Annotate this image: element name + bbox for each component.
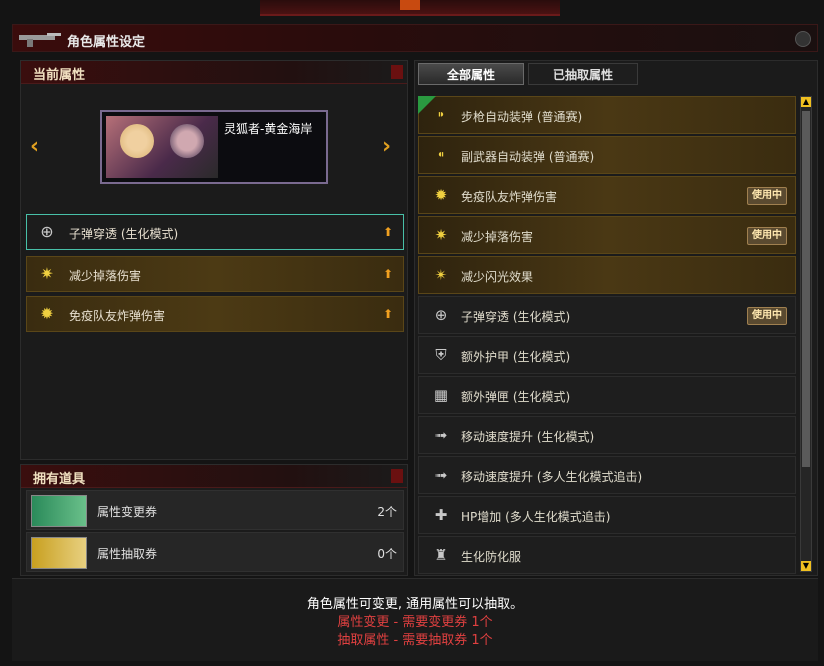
footer-line-1: 角色属性可变更, 通用属性可以抽取。 — [306, 597, 524, 612]
attribute-row[interactable]: ✚ HP增加 (多人生化模式追击) — [418, 496, 796, 534]
attribute-label: 移动速度提升 (生化模式) — [461, 430, 595, 444]
next-character-arrow-icon[interactable]: › — [382, 134, 391, 159]
speed-icon: ➟ — [434, 426, 448, 444]
attribute-row[interactable]: ♜ 生化防化服 — [418, 536, 796, 574]
tab-extracted-attributes[interactable]: 已抽取属性 — [528, 63, 638, 85]
current-attribute-label: 免疫队友炸弹伤害 — [69, 309, 166, 323]
header-decoration — [391, 469, 403, 483]
character-face-right — [170, 124, 204, 158]
header-decoration — [391, 65, 403, 79]
attribute-label: 减少闪光效果 — [461, 270, 534, 284]
change-ticket-icon — [31, 495, 87, 527]
attribute-row[interactable]: ✹ 免疫队友炸弹伤害 使用中 — [418, 176, 796, 214]
attribute-label: 生化防化服 — [461, 550, 522, 564]
attribute-label: 额外弹匣 (生化模式) — [461, 390, 571, 404]
hp-icon: ✚ — [434, 506, 448, 524]
attribute-label: 额外护甲 (生化模式) — [461, 350, 571, 364]
explosion-icon: ✹ — [40, 304, 54, 323]
in-use-badge: 使用中 — [747, 307, 787, 325]
magazine-icon: ▦ — [433, 386, 449, 404]
gun-icon — [19, 33, 61, 47]
attribute-row[interactable]: ▦ 额外弹匣 (生化模式) — [418, 376, 796, 414]
character-card: 灵狐者-黄金海岸 — [100, 110, 328, 184]
scrollbar[interactable]: ▲ ▼ — [800, 96, 812, 572]
attribute-label: 子弹穿透 (生化模式) — [461, 310, 571, 324]
upgrade-icon[interactable]: ⬆ — [383, 225, 393, 239]
item-label: 属性变更券 — [97, 505, 158, 519]
spark-icon: ✷ — [434, 226, 448, 244]
item-count: 0个 — [377, 547, 397, 561]
current-attribute-label: 子弹穿透 (生化模式) — [69, 227, 179, 241]
footer-line-2: 属性变更 - 需要变更券 1个 — [337, 615, 493, 630]
flash-icon: ✴ — [434, 266, 448, 284]
current-attribute-slot-3[interactable]: ✹ 免疫队友炸弹伤害 ⬆ — [26, 296, 404, 332]
scroll-up-icon[interactable]: ▲ — [801, 97, 811, 107]
item-extract-ticket[interactable]: 属性抽取券 0个 — [26, 532, 404, 572]
in-use-badge: 使用中 — [747, 187, 787, 205]
item-change-ticket[interactable]: 属性变更券 2个 — [26, 490, 404, 530]
upgrade-icon[interactable]: ⬆ — [383, 307, 393, 321]
current-attribute-slot-2[interactable]: ✷ 减少掉落伤害 ⬆ — [26, 256, 404, 292]
character-face-left — [120, 124, 154, 158]
owned-items-header: 拥有道具 — [21, 465, 407, 488]
scroll-down-icon[interactable]: ▼ — [801, 561, 811, 571]
current-attributes-header: 当前属性 — [21, 61, 407, 84]
footer-info: 角色属性可变更, 通用属性可以抽取。 属性变更 - 需要变更券 1个 抽取属性 … — [12, 578, 818, 661]
current-attribute-slot-1[interactable]: ⊕ 子弹穿透 (生化模式) ⬆ — [26, 214, 404, 250]
explosion-icon: ✹ — [434, 186, 448, 204]
rifle-icon: ⁍ — [437, 106, 445, 124]
extract-ticket-icon — [31, 537, 87, 569]
title-bar: 角色属性设定 — [12, 24, 818, 52]
footer-line-3: 抽取属性 - 需要抽取券 1个 — [337, 633, 493, 648]
attribute-label: 移动速度提升 (多人生化模式追击) — [461, 470, 643, 484]
attribute-row[interactable]: ⁍ 步枪自动装弹 (普通赛) — [418, 96, 796, 134]
upgrade-icon[interactable]: ⬆ — [383, 267, 393, 281]
attribute-row[interactable]: ✴ 减少闪光效果 — [418, 256, 796, 294]
window-title: 角色属性设定 — [67, 35, 146, 50]
character-portrait — [106, 116, 218, 178]
current-attribute-label: 减少掉落伤害 — [69, 269, 142, 283]
crosshair-icon: ⊕ — [40, 222, 54, 241]
item-label: 属性抽取券 — [97, 547, 158, 561]
attribute-row[interactable]: ⛨ 额外护甲 (生化模式) — [418, 336, 796, 374]
speed-icon: ➟ — [434, 466, 448, 484]
top-decoration — [260, 0, 560, 16]
item-count: 2个 — [377, 505, 397, 519]
attribute-row[interactable]: ➟ 移动速度提升 (多人生化模式追击) — [418, 456, 796, 494]
attribute-row[interactable]: ✷ 减少掉落伤害 使用中 — [418, 216, 796, 254]
suit-icon: ♜ — [434, 546, 448, 564]
scroll-thumb[interactable] — [802, 111, 810, 467]
attribute-label: HP增加 (多人生化模式追击) — [461, 510, 611, 524]
attribute-row[interactable]: ⊕ 子弹穿透 (生化模式) 使用中 — [418, 296, 796, 334]
attribute-label: 减少掉落伤害 — [461, 230, 534, 244]
prev-character-arrow-icon[interactable]: ‹ — [30, 134, 39, 159]
close-icon[interactable] — [795, 31, 811, 47]
crosshair-icon: ⊕ — [434, 306, 448, 324]
pistol-icon: ⁌ — [437, 146, 445, 164]
tab-all-attributes[interactable]: 全部属性 — [418, 63, 524, 85]
armor-icon: ⛨ — [435, 346, 447, 364]
attribute-row[interactable]: ⁌ 副武器自动装弹 (普通赛) — [418, 136, 796, 174]
in-use-badge: 使用中 — [747, 227, 787, 245]
attribute-label: 步枪自动装弹 (普通赛) — [461, 110, 583, 124]
current-attributes-title: 当前属性 — [33, 68, 86, 83]
attribute-row[interactable]: ➟ 移动速度提升 (生化模式) — [418, 416, 796, 454]
attribute-label: 副武器自动装弹 (普通赛) — [461, 150, 595, 164]
spark-icon: ✷ — [40, 264, 54, 283]
attribute-label: 免疫队友炸弹伤害 — [461, 190, 558, 204]
character-name: 灵狐者-黄金海岸 — [224, 122, 313, 136]
owned-items-title: 拥有道具 — [33, 472, 86, 487]
